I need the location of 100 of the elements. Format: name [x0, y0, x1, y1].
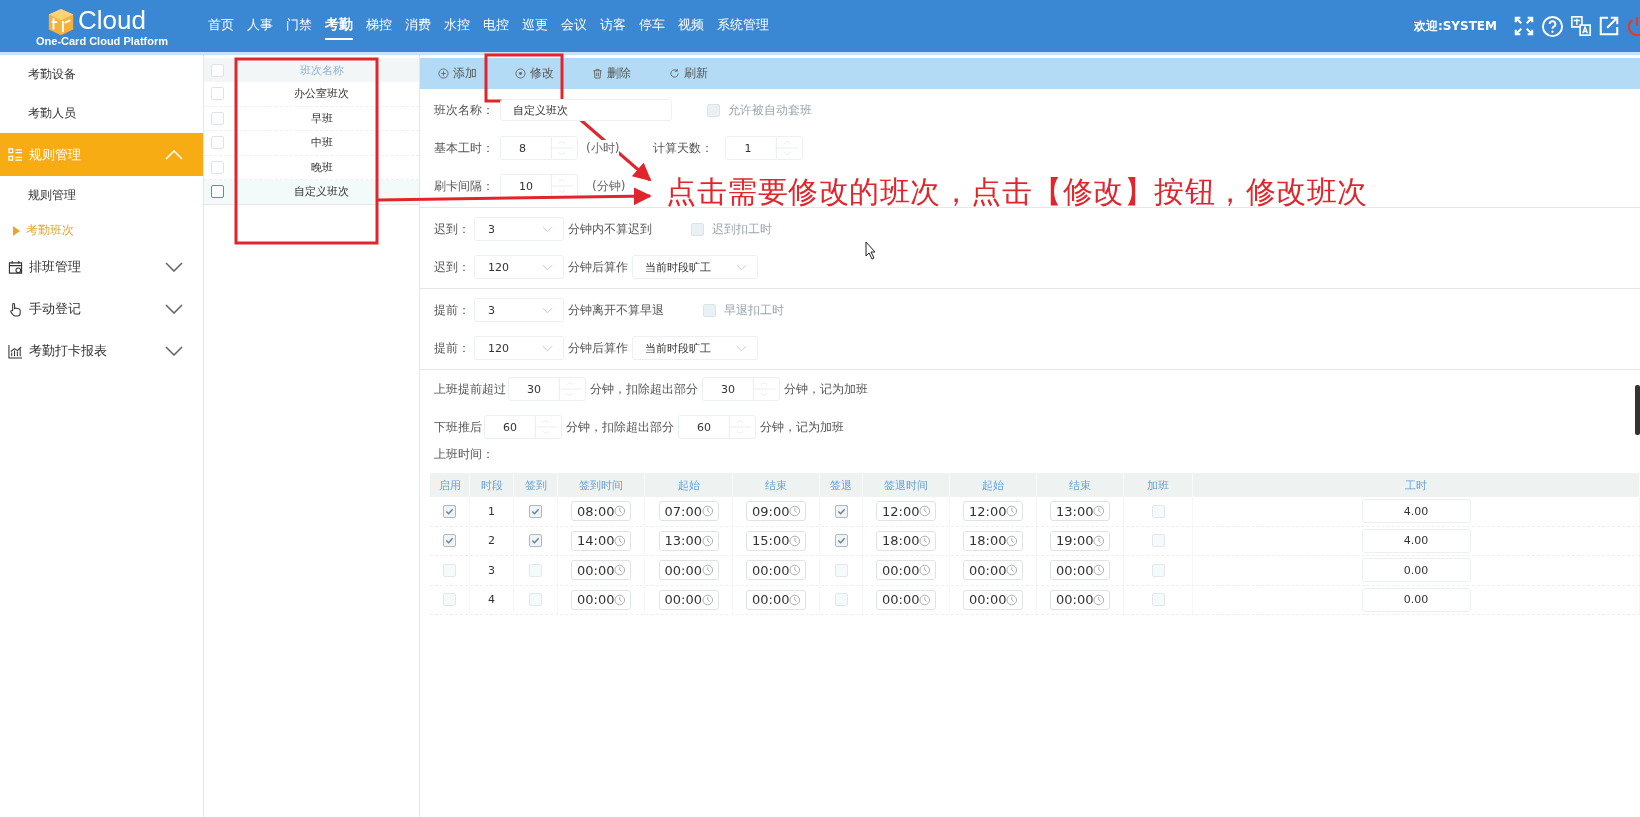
select-field[interactable]: 当前时段旷工	[632, 255, 758, 279]
clock-icon	[1006, 534, 1018, 547]
time-field[interactable]: 07:00	[658, 501, 719, 522]
time-field[interactable]: 00:00	[746, 589, 806, 610]
shift-name[interactable]: 中班	[224, 135, 419, 151]
hours-field[interactable]: 0.00	[1361, 558, 1471, 583]
clock-icon	[1093, 534, 1105, 547]
number-field[interactable]: 60	[678, 415, 756, 439]
time-field[interactable]: 00:00	[1050, 589, 1110, 610]
nav-tab[interactable]: 人事	[247, 12, 273, 40]
time-field[interactable]: 00:00	[1050, 560, 1110, 581]
time-field[interactable]: 18:00	[963, 530, 1023, 551]
help-icon[interactable]	[1541, 14, 1564, 38]
clock-icon	[1006, 564, 1018, 577]
nav-tab[interactable]: 门禁	[286, 12, 312, 40]
time-field[interactable]: 00:00	[876, 560, 936, 581]
field-label: 提前：	[434, 339, 471, 357]
time-field[interactable]: 00:00	[571, 589, 631, 610]
nav-tab[interactable]: 巡更	[522, 12, 548, 40]
checkbox[interactable]	[834, 534, 848, 548]
shift-name-field[interactable]: 自定义班次	[500, 99, 672, 121]
caret-icon	[542, 344, 553, 352]
nav-tab[interactable]: 首页	[208, 12, 234, 40]
shift-name[interactable]: 早班	[224, 110, 419, 126]
toolbar-button[interactable]: 刷新	[661, 61, 716, 86]
fullscreen-icon[interactable]	[1513, 15, 1535, 37]
hours-field[interactable]: 4.00	[1361, 528, 1471, 553]
select-field[interactable]: 3	[474, 298, 564, 322]
shift-name[interactable]: 晚班	[224, 159, 419, 175]
hours-field[interactable]: 4.00	[1361, 499, 1471, 524]
nav-tab[interactable]: 访客	[600, 12, 626, 40]
nav-tab[interactable]: 系统管理	[717, 12, 769, 40]
time-field[interactable]: 13:00	[1050, 501, 1110, 522]
hand-pointer-icon	[8, 301, 23, 317]
select-field[interactable]: 当前时段旷工	[632, 336, 758, 360]
sidebar-group[interactable]: 排班管理	[0, 246, 203, 288]
time-field[interactable]: 00:00	[963, 589, 1023, 610]
nav-tab[interactable]: 电控	[483, 12, 509, 40]
time-field[interactable]: 00:00	[963, 560, 1023, 581]
time-field[interactable]: 00:00	[746, 560, 806, 581]
sidebar-item[interactable]: 考勤人员	[0, 94, 203, 133]
number-field[interactable]: 30	[702, 377, 780, 401]
select-field[interactable]: 3	[474, 217, 564, 241]
number-field[interactable]: 1	[725, 136, 804, 160]
select-field[interactable]: 120	[474, 336, 564, 360]
time-field[interactable]: 15:00	[746, 530, 806, 551]
external-link-icon[interactable]	[1598, 15, 1620, 37]
time-field[interactable]: 12:00	[963, 501, 1023, 522]
nav-tab[interactable]: 会议	[561, 12, 587, 40]
list-row[interactable]: 早班	[204, 106, 419, 131]
nav-tab[interactable]: 考勤	[325, 12, 353, 40]
rule-text: 分钟内不算迟到	[568, 220, 652, 238]
checkbox[interactable]	[529, 534, 542, 548]
shift-name[interactable]: 办公室班次	[224, 86, 419, 102]
time-field[interactable]: 18:00	[876, 530, 936, 551]
clock-icon	[1093, 564, 1105, 577]
checkbox[interactable]	[443, 504, 456, 518]
logo-text: Cloud	[78, 5, 147, 35]
number-field[interactable]: 10	[500, 174, 578, 198]
time-field[interactable]: 14:00	[571, 530, 631, 551]
triangle-icon	[13, 225, 20, 236]
nav-tab[interactable]: 梯控	[366, 12, 392, 40]
translate-icon[interactable]	[1570, 15, 1592, 37]
nav-tab[interactable]: 消费	[405, 12, 431, 40]
checkbox-label: 允许被自动套班	[728, 101, 812, 119]
number-field[interactable]: 30	[508, 377, 586, 401]
sidebar-subitem[interactable]: 规则管理	[0, 176, 203, 215]
time-field[interactable]: 12:00	[876, 501, 936, 522]
time-field[interactable]: 13:00	[658, 530, 719, 551]
nav-tab[interactable]: 视频	[678, 12, 704, 40]
scrollbar-thumb[interactable]	[1635, 385, 1640, 435]
nav-tab[interactable]: 停车	[639, 12, 665, 40]
sidebar-group[interactable]: 考勤打卡报表	[0, 330, 203, 372]
toolbar-button[interactable]: 添加	[430, 61, 485, 86]
rule-text: 分钟，记为加班	[760, 418, 844, 436]
caret-icon	[736, 344, 747, 352]
checkbox[interactable]	[834, 504, 848, 518]
time-field[interactable]: 00:00	[571, 560, 631, 581]
hours-field[interactable]: 0.00	[1361, 587, 1471, 612]
toolbar-button[interactable]: 修改	[507, 61, 562, 86]
sidebar-group[interactable]: 手动登记	[0, 288, 203, 330]
shift-name[interactable]: 自定义班次	[224, 184, 419, 200]
number-field[interactable]: 60	[484, 415, 562, 439]
time-field[interactable]: 00:00	[658, 589, 719, 610]
checkbox[interactable]	[529, 504, 542, 518]
number-field[interactable]: 8	[500, 136, 578, 160]
checkbox[interactable]	[443, 534, 456, 548]
list-row[interactable]: 自定义班次	[204, 180, 419, 205]
checkbox[interactable]	[211, 185, 224, 199]
list-row[interactable]: 中班	[204, 131, 419, 156]
time-field[interactable]: 00:00	[658, 560, 719, 581]
list-row[interactable]: 办公室班次	[204, 82, 419, 107]
time-field[interactable]: 09:00	[746, 501, 806, 522]
sidebar-item[interactable]: 考勤设备	[0, 55, 203, 94]
time-field[interactable]: 00:00	[876, 589, 936, 610]
toolbar-button[interactable]: 删除	[584, 61, 639, 86]
time-field[interactable]: 19:00	[1050, 530, 1110, 551]
select-field[interactable]: 120	[474, 255, 564, 279]
nav-tab[interactable]: 水控	[444, 12, 470, 40]
time-field[interactable]: 08:00	[571, 501, 631, 522]
